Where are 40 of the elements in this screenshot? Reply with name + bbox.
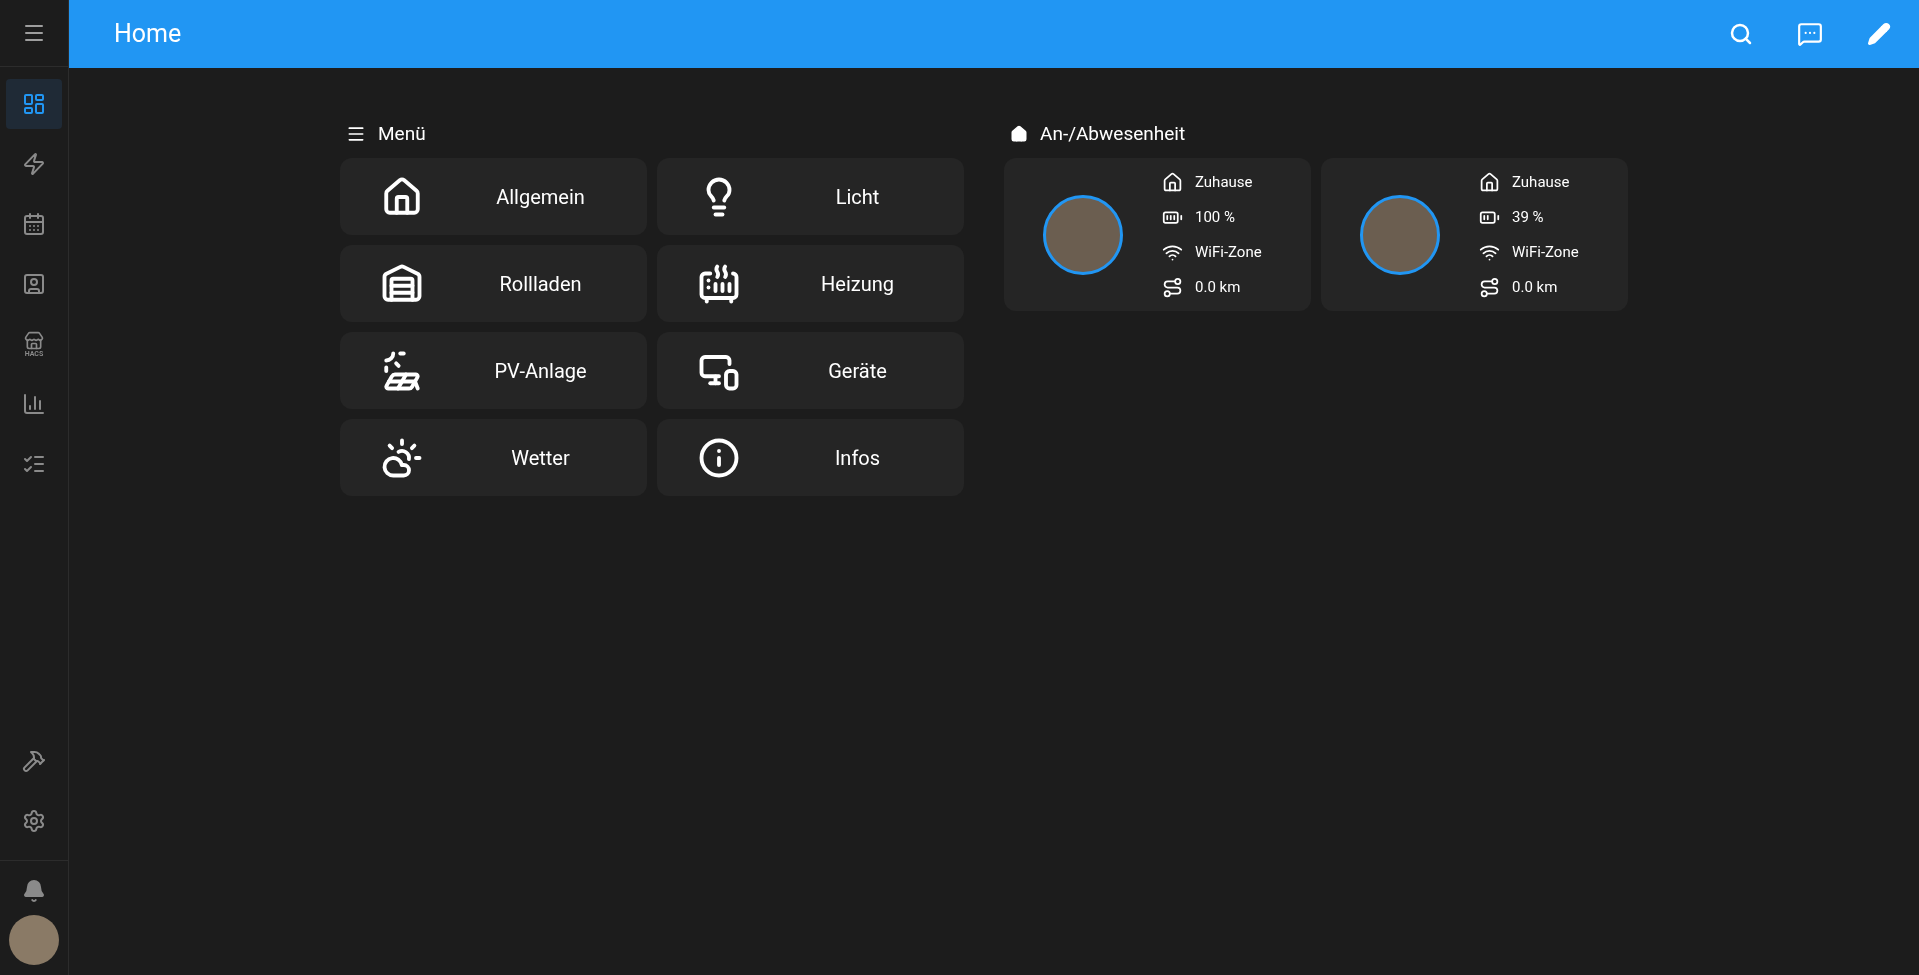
menu-tile[interactable]: Heizung [657, 245, 964, 322]
user-avatar[interactable] [9, 915, 59, 965]
distance-value: 0.0 km [1195, 276, 1241, 298]
lightning-icon [22, 152, 46, 176]
house-icon [1479, 171, 1500, 193]
hammer-icon [22, 749, 46, 773]
menu-tile[interactable]: Licht [657, 158, 964, 235]
section-title: An-/Abwesenheit [1040, 120, 1186, 147]
presence-status: Zuhause [1512, 171, 1570, 193]
menu-tile[interactable]: Geräte [657, 332, 964, 409]
home-account-icon [1010, 125, 1028, 143]
battery-level: 100 % [1195, 206, 1235, 228]
info-icon [698, 436, 740, 479]
sidebar-item[interactable] [6, 79, 62, 129]
route-icon [1162, 276, 1183, 298]
route-icon [1479, 276, 1500, 298]
menu-tile[interactable]: Allgemein [340, 158, 647, 235]
settings-icon [22, 809, 46, 833]
menu-tile[interactable]: Infos [657, 419, 964, 496]
menu-icon [346, 124, 366, 144]
store-icon [24, 330, 44, 351]
heater-icon [698, 262, 740, 305]
solar-panel-icon [381, 349, 423, 392]
battery-level: 39 % [1512, 206, 1544, 228]
bar-chart-icon [22, 392, 46, 416]
menu-tile[interactable]: PV-Anlage [340, 332, 647, 409]
house-icon [1162, 171, 1183, 193]
presence-status: Zuhause [1195, 171, 1253, 193]
section-title: Menü [378, 120, 426, 147]
dashboard-icon [22, 92, 46, 116]
menu-tile[interactable]: Wetter [340, 419, 647, 496]
page-title: Home [114, 18, 182, 51]
weather-icon [381, 436, 423, 479]
menu-tile[interactable]: Rollladen [340, 245, 647, 322]
person-icon [22, 272, 46, 296]
distance-value: 0.0 km [1512, 276, 1558, 298]
house-icon [381, 175, 423, 218]
network-name: WiFi-Zone [1195, 241, 1262, 263]
calendar-icon [22, 212, 46, 236]
network-name: WiFi-Zone [1512, 241, 1579, 263]
